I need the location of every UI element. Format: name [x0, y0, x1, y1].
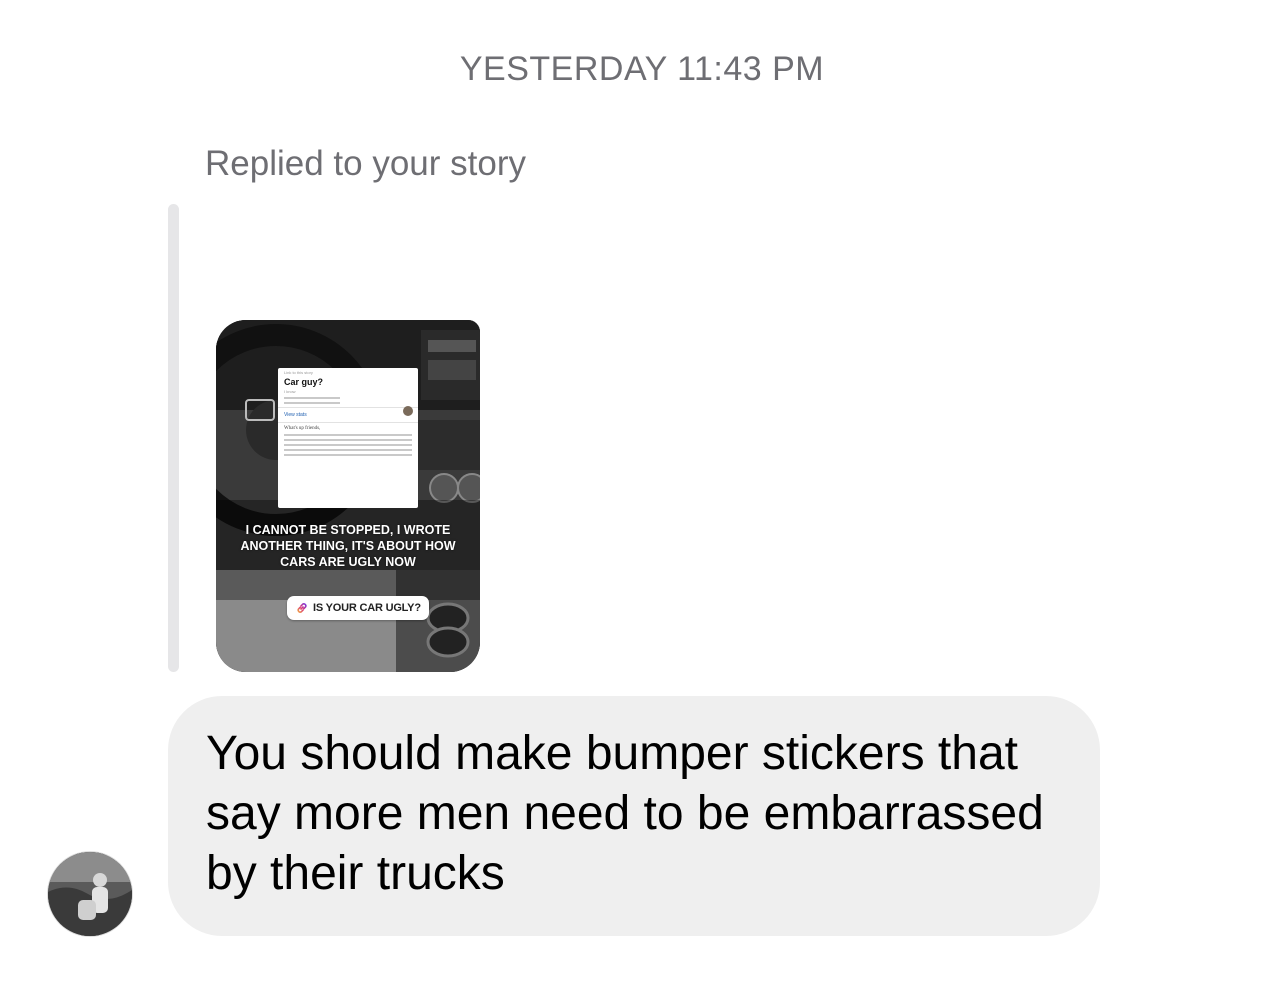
doc-meta-line: [284, 397, 340, 399]
doc-body-line: [284, 434, 412, 436]
message-bubble[interactable]: You should make bumper stickers that say…: [168, 696, 1100, 936]
link-sticker[interactable]: IS YOUR CAR UGLY?: [287, 596, 429, 620]
doc-kicker: Link to this story: [284, 370, 313, 375]
message-text: You should make bumper stickers that say…: [206, 727, 1044, 900]
story-caption-text: I CANNOT BE STOPPED, I WROTE ANOTHER THI…: [240, 523, 456, 569]
story-preview-thumbnail[interactable]: Link to this story Car guy? I know View …: [216, 320, 480, 672]
doc-meta-line: [284, 402, 340, 404]
story-screenshot-document: Link to this story Car guy? I know View …: [278, 368, 418, 508]
sender-avatar[interactable]: [48, 852, 132, 936]
avatar-photo: [48, 852, 132, 936]
link-sticker-label: IS YOUR CAR UGLY?: [313, 602, 421, 614]
doc-body-line: [284, 454, 412, 456]
message-timestamp: YESTERDAY 11:43 PM: [459, 50, 825, 88]
doc-body-line: [284, 449, 412, 451]
doc-title: Car guy?: [284, 377, 324, 387]
doc-subtitle: I know: [284, 389, 296, 394]
doc-greeting: What's up friends,: [284, 426, 321, 431]
reply-quote-bar: [168, 204, 179, 672]
replied-to-story-label: Replied to your story: [205, 144, 526, 183]
doc-body-line: [284, 439, 412, 441]
doc-body-line: [284, 444, 412, 446]
doc-link: View stats: [284, 412, 307, 418]
link-icon: [295, 601, 309, 615]
doc-author-avatar: [403, 406, 413, 416]
